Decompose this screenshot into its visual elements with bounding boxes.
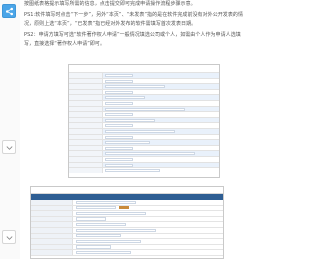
chevron-icon[interactable]	[2, 140, 16, 154]
article-text: 按图纸表格提示填写所需的信息，点击提交即可完成申请操作流程步骤示意。 PS1:软…	[24, 0, 248, 51]
registration-screenshot	[30, 186, 224, 259]
article-gutter	[0, 0, 20, 259]
chevron-icon[interactable]	[2, 230, 16, 244]
form-screenshot	[68, 64, 220, 178]
share-icon[interactable]	[2, 4, 16, 18]
article-paragraph: PS1:软件填写时点击“下一步”，另外“本页”、“未发表”指的是在软件完成前没有…	[24, 12, 244, 27]
form-screenshot-header	[69, 65, 219, 72]
article-paragraph: PS2：申请方填写可选“软件著作权人申请”一般情况填选公司或个人，如需由个人作为…	[24, 32, 241, 47]
article-paragraph: 按图纸表格提示填写所需的信息，点击提交即可完成申请操作流程步骤示意。	[24, 1, 196, 7]
registration-screenshot-header	[31, 187, 223, 194]
